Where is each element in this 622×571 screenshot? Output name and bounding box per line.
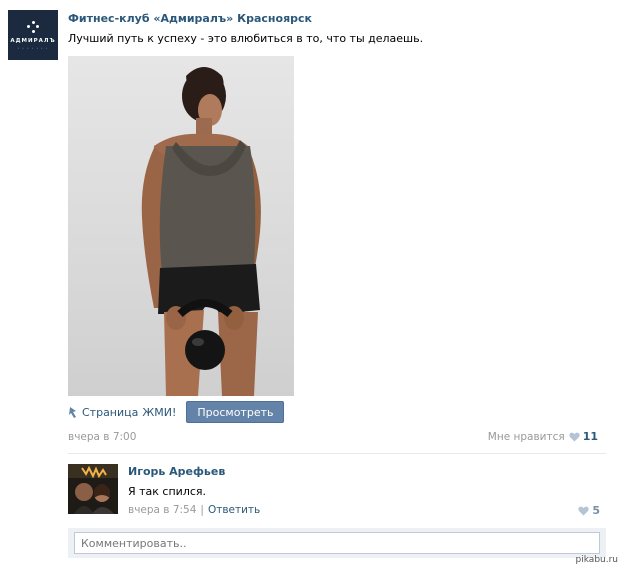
comment-timestamp[interactable]: вчера в 7:54 bbox=[128, 504, 196, 516]
athlete-photo-illustration bbox=[141, 67, 261, 396]
comment-meta: вчера в 7:54 | Ответить bbox=[128, 504, 260, 516]
comment-separator: | bbox=[200, 504, 204, 516]
avatar-photo bbox=[68, 464, 118, 514]
vk-post: АДМИРАЛЪ • • • • • • • Фитнес-клуб «Адми… bbox=[0, 0, 622, 571]
watermark: pikabu.ru bbox=[575, 555, 618, 565]
logo-underline: • • • • • • • bbox=[17, 45, 49, 50]
post-photo[interactable] bbox=[68, 56, 294, 396]
reply-link[interactable]: Ответить bbox=[208, 504, 260, 516]
comment-form bbox=[68, 528, 606, 558]
post-author-link[interactable]: Фитнес-клуб «Адмиралъ» Красноярск bbox=[68, 12, 312, 25]
divider bbox=[68, 453, 606, 454]
app-attachment: Страница ЖМИ! Просмотреть bbox=[68, 401, 285, 423]
logo-text: АДМИРАЛЪ bbox=[10, 37, 56, 44]
comment-input[interactable] bbox=[74, 532, 600, 554]
heart-icon bbox=[569, 432, 580, 441]
post-like-button[interactable]: Мне нравится 11 bbox=[488, 430, 598, 443]
comment-text: Я так спился. bbox=[128, 485, 207, 498]
post-like-count: 11 bbox=[582, 430, 598, 443]
heart-icon bbox=[578, 506, 589, 515]
view-app-button[interactable]: Просмотреть bbox=[186, 401, 285, 423]
comment-like-count: 5 bbox=[592, 504, 600, 517]
like-label: Мне нравится bbox=[487, 430, 565, 443]
comment-author-avatar[interactable] bbox=[68, 464, 118, 514]
post-text: Лучший путь к успеху - это влюбиться в т… bbox=[68, 32, 424, 45]
comment-author-link[interactable]: Игорь Арефьев bbox=[128, 465, 225, 478]
app-prefix: Страница bbox=[82, 405, 139, 419]
app-link-icon bbox=[69, 407, 76, 418]
club-avatar[interactable]: АДМИРАЛЪ • • • • • • • bbox=[8, 10, 58, 60]
post-timestamp[interactable]: вчера в 7:00 bbox=[68, 431, 136, 443]
comment-like-button[interactable]: 5 bbox=[578, 504, 600, 517]
anchor-logo-icon bbox=[27, 20, 39, 33]
app-name-link[interactable]: ЖМИ! bbox=[142, 406, 176, 419]
